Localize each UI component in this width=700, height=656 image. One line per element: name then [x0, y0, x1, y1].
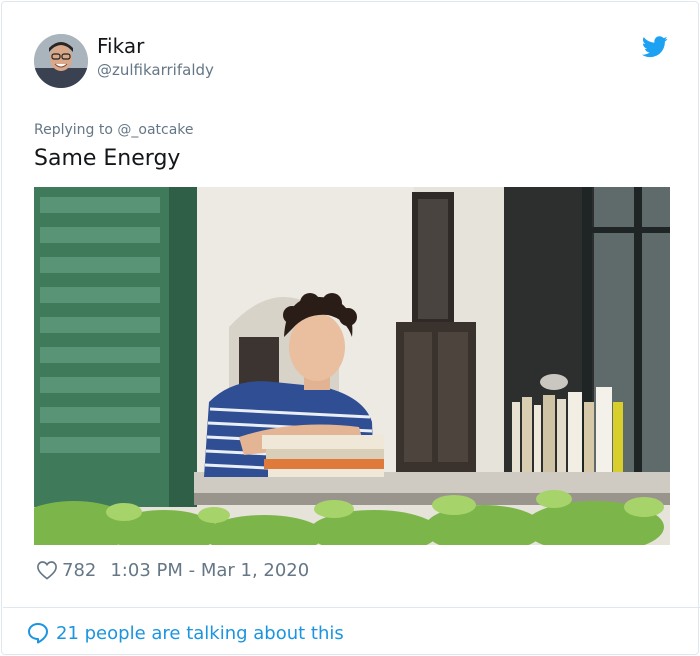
conversation-link[interactable]: 21 people are talking about this	[26, 620, 344, 646]
twitter-bird-icon[interactable]	[642, 36, 668, 58]
replying-to[interactable]: Replying to @_oatcake	[34, 122, 194, 138]
tweet-meta: 782 1:03 PM - Mar 1, 2020	[36, 558, 309, 582]
timestamp[interactable]: 1:03 PM - Mar 1, 2020	[110, 560, 309, 581]
divider	[3, 607, 700, 608]
like-count[interactable]: 782	[62, 560, 96, 581]
tweet-photo[interactable]	[34, 187, 670, 545]
speech-bubble-icon	[28, 623, 48, 644]
heart-icon[interactable]	[36, 560, 58, 580]
user-handle[interactable]: @zulfikarrifaldy	[97, 61, 214, 79]
display-name[interactable]: Fikar	[97, 34, 144, 58]
tweet-text: Same Energy	[34, 146, 181, 171]
tweet-card: Fikar @zulfikarrifaldy Replying to @_oat…	[1, 1, 700, 655]
conversation-label: 21 people are talking about this	[56, 622, 344, 644]
window-scene-image	[34, 187, 670, 545]
avatar-image	[34, 34, 88, 88]
avatar[interactable]	[34, 34, 88, 88]
